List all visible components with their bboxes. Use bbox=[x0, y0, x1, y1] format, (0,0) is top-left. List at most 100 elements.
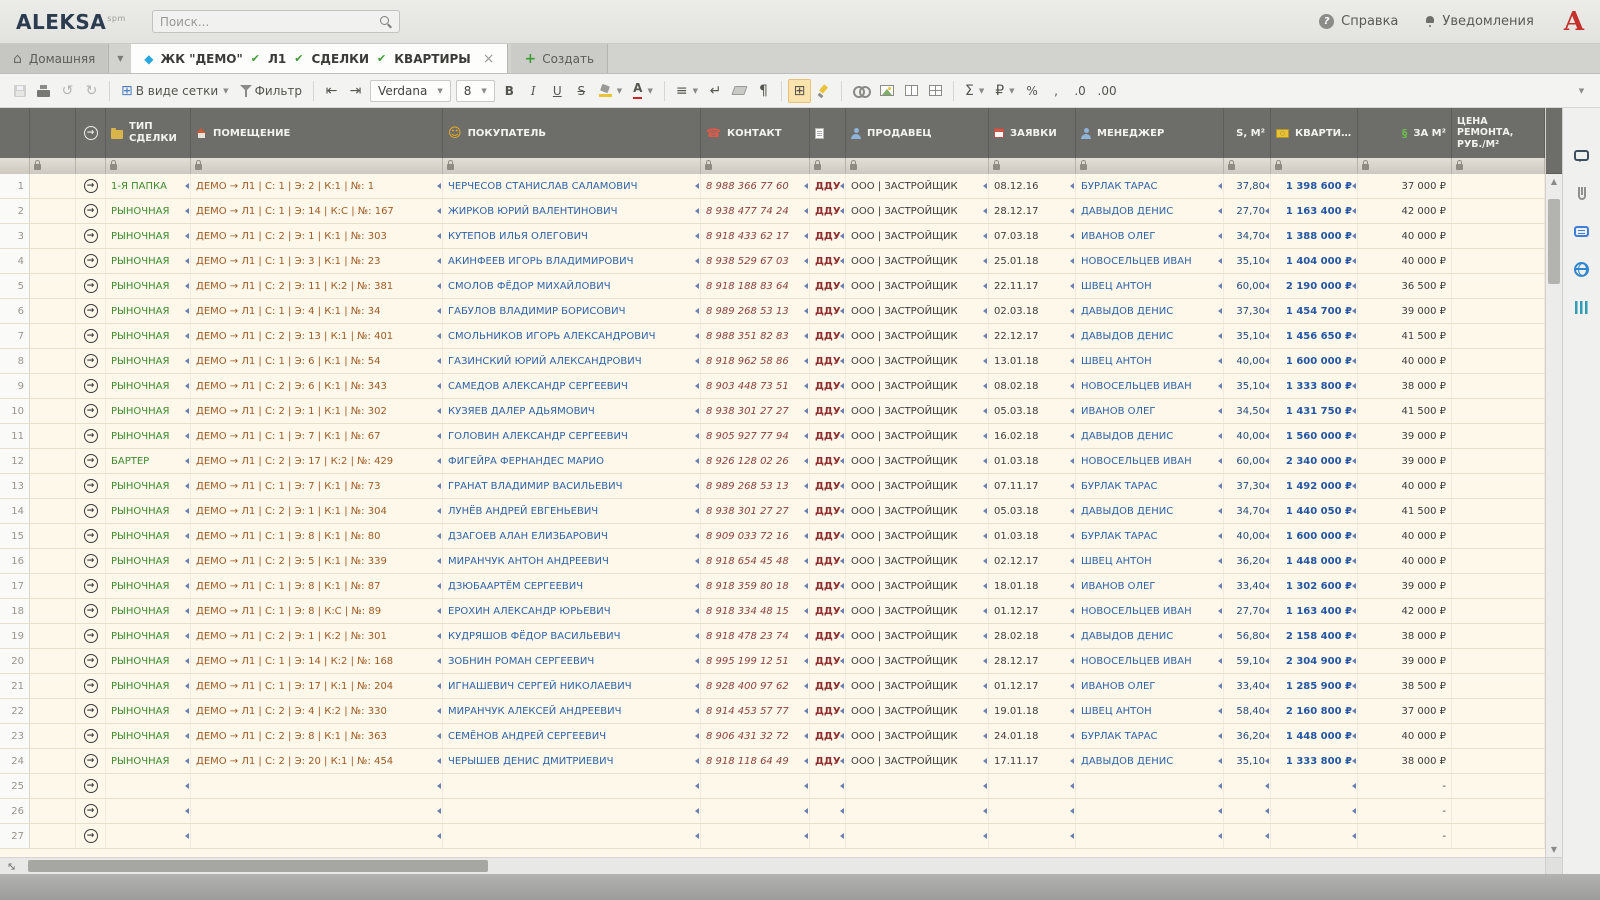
cell-date[interactable]: 18.01.18 bbox=[989, 574, 1076, 598]
cell-spacer[interactable] bbox=[30, 624, 76, 648]
cell-type[interactable]: 1-Я ПАПКА bbox=[106, 174, 191, 198]
open-row-icon[interactable]: → bbox=[83, 554, 98, 568]
cell-seller[interactable] bbox=[846, 824, 989, 848]
cell-s[interactable]: 60,00 bbox=[1224, 274, 1271, 298]
cell-s[interactable] bbox=[1224, 774, 1271, 798]
resize-corner-icon[interactable]: ↔ bbox=[3, 858, 21, 874]
row-number[interactable]: 9 bbox=[0, 374, 30, 398]
cell-repair[interactable] bbox=[1452, 624, 1545, 648]
lock-icon[interactable] bbox=[1080, 160, 1087, 170]
cell-s[interactable]: 34,70 bbox=[1224, 499, 1271, 523]
cell-s[interactable]: 27,70 bbox=[1224, 599, 1271, 623]
cell-contact[interactable]: 8 905 927 77 94 bbox=[701, 424, 810, 448]
cell-doc[interactable]: ДДУ bbox=[810, 224, 846, 248]
cell-spacer[interactable] bbox=[30, 449, 76, 473]
lock-icon[interactable] bbox=[993, 160, 1000, 170]
cell-type[interactable]: РЫНОЧНАЯ bbox=[106, 524, 191, 548]
cell-spacer[interactable] bbox=[30, 674, 76, 698]
search-icon[interactable] bbox=[379, 15, 392, 28]
cell-s[interactable]: 36,20 bbox=[1224, 724, 1271, 748]
cell-doc[interactable]: ДДУ bbox=[810, 624, 846, 648]
row-number[interactable]: 10 bbox=[0, 399, 30, 423]
cell-price_m2[interactable]: 39 000 ₽ bbox=[1358, 649, 1452, 673]
cell-price[interactable]: 2 340 000 ₽ bbox=[1271, 449, 1358, 473]
cell-manager[interactable]: ДАВЫДОВ ДЕНИС bbox=[1076, 324, 1224, 348]
cell-room[interactable]: ДЕМО → Л1 | С: 1 | Э: 2 | К:1 | №: 1 bbox=[191, 174, 443, 198]
horizontal-scrollbar[interactable]: ↔ bbox=[0, 857, 1545, 874]
cell-type[interactable]: РЫНОЧНАЯ bbox=[106, 324, 191, 348]
row-number[interactable]: 4 bbox=[0, 249, 30, 273]
clear-format-button[interactable] bbox=[728, 79, 751, 103]
cell-doc[interactable]: ДДУ bbox=[810, 549, 846, 573]
web-button[interactable] bbox=[1572, 260, 1592, 278]
strikethrough-button[interactable]: S bbox=[570, 79, 593, 103]
open-row-icon[interactable]: → bbox=[83, 779, 98, 793]
cell-manager[interactable]: ДАВЫДОВ ДЕНИС bbox=[1076, 424, 1224, 448]
cell-seller[interactable]: ООО | ЗАСТРОЙЩИК bbox=[846, 249, 989, 273]
cell-doc[interactable]: ДДУ bbox=[810, 249, 846, 273]
open-row-icon[interactable]: → bbox=[83, 279, 98, 293]
open-row-icon[interactable]: → bbox=[83, 229, 98, 243]
cell-manager[interactable]: ДАВЫДОВ ДЕНИС bbox=[1076, 499, 1224, 523]
cell-s[interactable]: 37,30 bbox=[1224, 299, 1271, 323]
cell-type[interactable] bbox=[106, 799, 191, 823]
open-row-icon[interactable]: → bbox=[83, 404, 98, 418]
search-input[interactable] bbox=[159, 14, 379, 29]
cell-manager[interactable] bbox=[1076, 799, 1224, 823]
cell-arrow[interactable]: → bbox=[76, 549, 106, 573]
cell-date[interactable]: 28.02.18 bbox=[989, 624, 1076, 648]
cell-price[interactable]: 2 304 900 ₽ bbox=[1271, 649, 1358, 673]
cell-price[interactable]: 1 333 800 ₽ bbox=[1271, 749, 1358, 773]
cell-date[interactable]: 01.03.18 bbox=[989, 524, 1076, 548]
cell-arrow[interactable]: → bbox=[76, 349, 106, 373]
column-header-manager[interactable]: МЕНЕДЖЕР bbox=[1076, 108, 1224, 158]
cell-type[interactable]: РЫНОЧНАЯ bbox=[106, 674, 191, 698]
cell-contact[interactable]: 8 989 268 53 13 bbox=[701, 474, 810, 498]
filter-button[interactable]: Фильтр bbox=[235, 79, 307, 103]
cell-s[interactable]: 34,70 bbox=[1224, 224, 1271, 248]
cell-price_m2[interactable]: - bbox=[1358, 799, 1452, 823]
cell-date[interactable]: 16.02.18 bbox=[989, 424, 1076, 448]
cell-repair[interactable] bbox=[1452, 649, 1545, 673]
cell-arrow[interactable]: → bbox=[76, 374, 106, 398]
cell-buyer[interactable]: ГАБУЛОВ ВЛАДИМИР БОРИСОВИЧ bbox=[443, 299, 701, 323]
cell-seller[interactable]: ООО | ЗАСТРОЙЩИК bbox=[846, 599, 989, 623]
cell-manager[interactable]: ИВАНОВ ОЛЕГ bbox=[1076, 574, 1224, 598]
cell-spacer[interactable] bbox=[30, 274, 76, 298]
cell-spacer[interactable] bbox=[30, 249, 76, 273]
cell-price[interactable]: 1 398 600 ₽ bbox=[1271, 174, 1358, 198]
row-number[interactable]: 15 bbox=[0, 524, 30, 548]
cell-s[interactable]: 33,40 bbox=[1224, 574, 1271, 598]
cell-type[interactable]: РЫНОЧНАЯ bbox=[106, 424, 191, 448]
column-header-type[interactable]: ТИП СДЕЛКИ bbox=[106, 108, 191, 158]
cell-seller[interactable]: ООО | ЗАСТРОЙЩИК bbox=[846, 524, 989, 548]
cell-spacer[interactable] bbox=[30, 299, 76, 323]
cell-contact[interactable]: 8 988 366 77 60 bbox=[701, 174, 810, 198]
cell-price[interactable]: 1 560 000 ₽ bbox=[1271, 424, 1358, 448]
row-number[interactable]: 6 bbox=[0, 299, 30, 323]
cell-date[interactable]: 01.12.17 bbox=[989, 599, 1076, 623]
cell-spacer[interactable] bbox=[30, 599, 76, 623]
cell-date[interactable] bbox=[989, 799, 1076, 823]
cell-repair[interactable] bbox=[1452, 424, 1545, 448]
cell-room[interactable]: ДЕМО → Л1 | С: 2 | Э: 17 | К:2 | №: 429 bbox=[191, 449, 443, 473]
cell-type[interactable]: РЫНОЧНАЯ bbox=[106, 549, 191, 573]
cell-seller[interactable]: ООО | ЗАСТРОЙЩИК bbox=[846, 449, 989, 473]
cell-arrow[interactable]: → bbox=[76, 574, 106, 598]
cell-doc[interactable]: ДДУ bbox=[810, 749, 846, 773]
cell-buyer[interactable] bbox=[443, 774, 701, 798]
cell-manager[interactable]: ДАВЫДОВ ДЕНИС bbox=[1076, 749, 1224, 773]
cell-repair[interactable] bbox=[1452, 774, 1545, 798]
cell-type[interactable]: РЫНОЧНАЯ bbox=[106, 349, 191, 373]
open-row-icon[interactable]: → bbox=[83, 379, 98, 393]
print-button[interactable] bbox=[32, 79, 55, 103]
open-row-icon[interactable]: → bbox=[83, 329, 98, 343]
cell-room[interactable]: ДЕМО → Л1 | С: 1 | Э: 8 | К:С | №: 89 bbox=[191, 599, 443, 623]
cell-s[interactable]: 59,10 bbox=[1224, 649, 1271, 673]
row-number[interactable]: 17 bbox=[0, 574, 30, 598]
cell-seller[interactable]: ООО | ЗАСТРОЙЩИК bbox=[846, 674, 989, 698]
cell-manager[interactable]: ШВЕЦ АНТОН bbox=[1076, 274, 1224, 298]
lock-icon[interactable] bbox=[1456, 160, 1463, 170]
cell-s[interactable]: 36,20 bbox=[1224, 549, 1271, 573]
cell-contact[interactable]: 8 914 453 57 77 bbox=[701, 699, 810, 723]
